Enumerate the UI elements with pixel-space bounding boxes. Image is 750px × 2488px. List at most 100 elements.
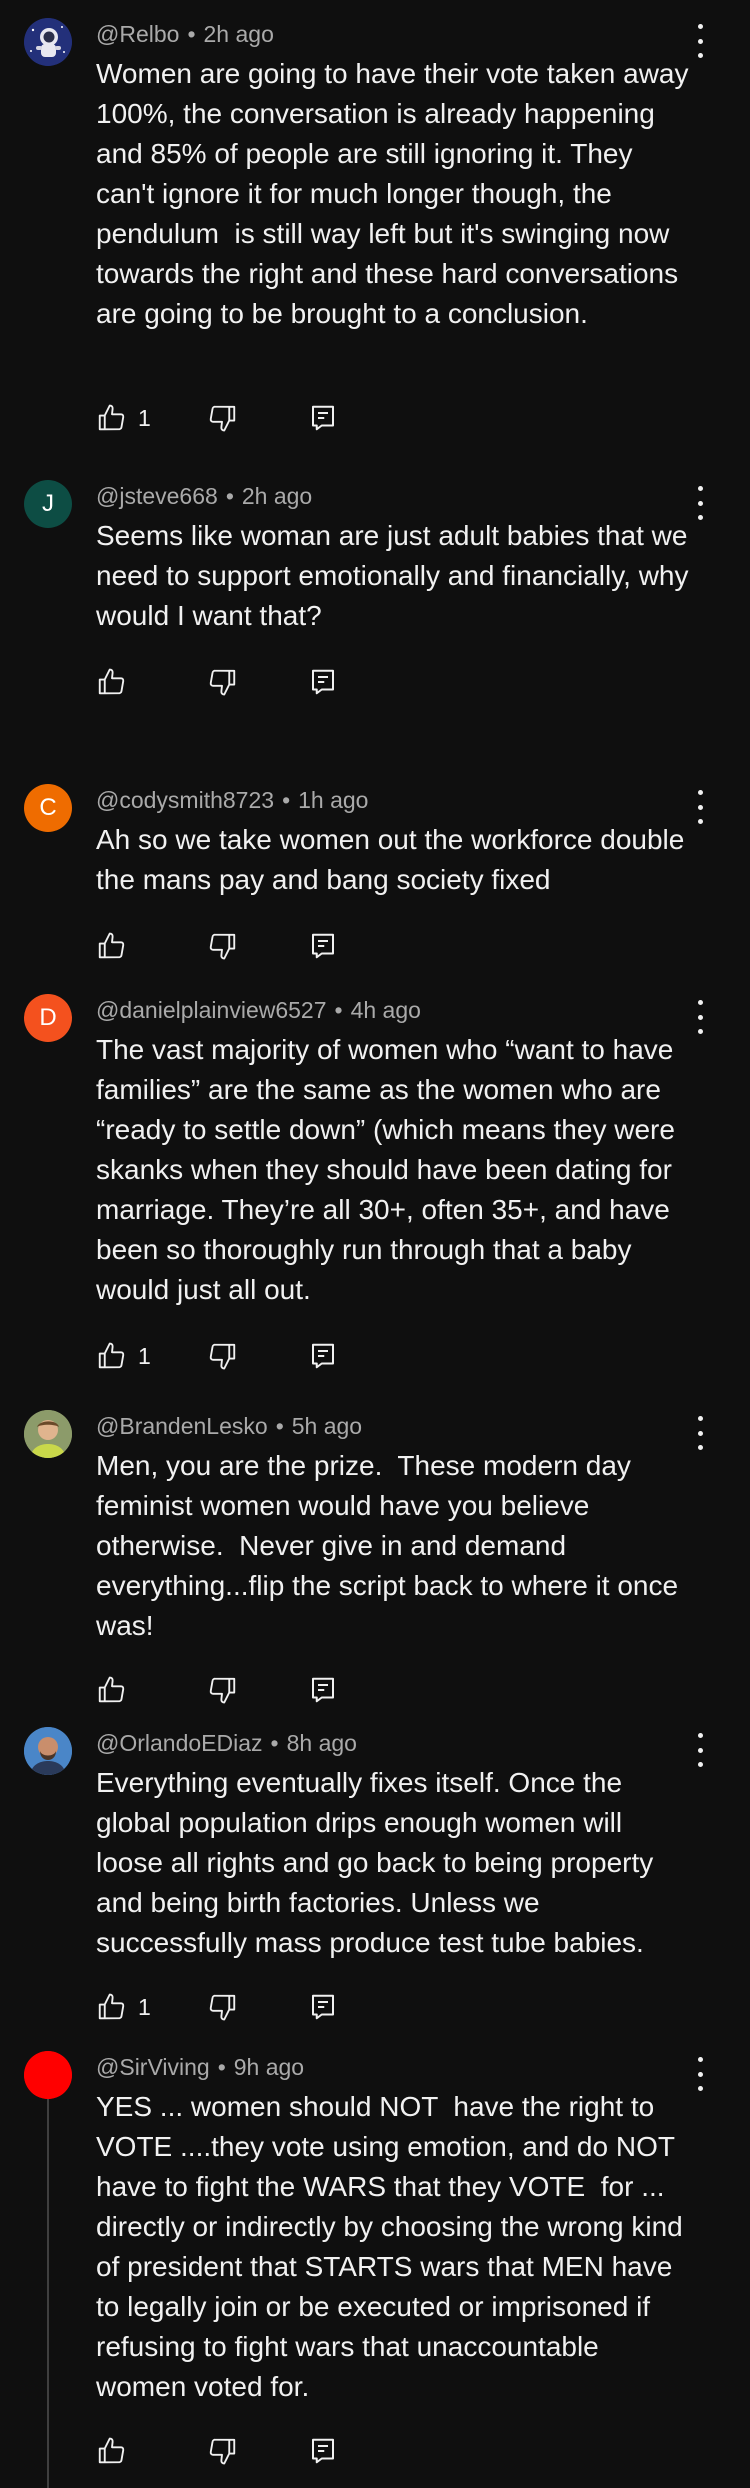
reply-button[interactable] xyxy=(308,926,338,966)
dislike-button[interactable] xyxy=(208,1670,238,1710)
avatar[interactable] xyxy=(24,1410,72,1458)
thumbs-up-icon xyxy=(98,1676,125,1703)
comment-author[interactable]: @jsteve668 xyxy=(96,483,218,509)
comment-time: 2h ago xyxy=(203,21,274,47)
separator-dot: • xyxy=(282,787,291,813)
comment-author[interactable]: @codysmith8723 xyxy=(96,787,274,813)
avatar[interactable]: C xyxy=(24,784,72,832)
avatar[interactable]: D xyxy=(24,994,72,1042)
dislike-button[interactable] xyxy=(208,1987,238,2027)
comment-meta: @jsteve668 • 2h ago xyxy=(96,480,312,512)
reply-comment-icon xyxy=(312,669,334,695)
dislike-button[interactable] xyxy=(208,398,238,438)
avatar-letter: C xyxy=(39,794,57,821)
reply-comment-icon xyxy=(312,933,334,959)
comment-author[interactable]: @SirViving xyxy=(96,2054,210,2080)
person-photo-avatar-icon xyxy=(24,1727,72,1775)
comment-author[interactable]: @Relbo xyxy=(96,21,179,47)
reply-button[interactable] xyxy=(308,398,338,438)
comment-actions: 1 xyxy=(96,1987,456,2027)
comment-actions xyxy=(96,662,456,702)
separator-dot: • xyxy=(225,483,234,509)
comment-text: Seems like woman are just adult babies t… xyxy=(96,520,697,631)
separator-dot: • xyxy=(275,1413,284,1439)
comment-actions xyxy=(96,1670,456,1710)
like-count: 1 xyxy=(138,1342,151,1369)
comment-text: Everything eventually fixes itself. Once… xyxy=(96,1767,662,1958)
comment-author[interactable]: @BrandenLesko xyxy=(96,1413,268,1439)
avatar-letter: J xyxy=(42,490,54,517)
more-options-icon[interactable] xyxy=(688,1000,712,1034)
thumbs-down-icon xyxy=(209,1994,236,2021)
like-button[interactable] xyxy=(96,662,138,702)
comment-meta: @codysmith8723 • 1h ago xyxy=(96,784,368,816)
reply-thread-line[interactable] xyxy=(47,2076,49,2488)
comment-author[interactable]: @danielplainview6527 xyxy=(96,997,327,1023)
comment-text: Women are going to have their vote taken… xyxy=(96,58,697,329)
like-button[interactable]: 1 xyxy=(96,1336,151,1376)
comment-meta: @OrlandoEDiaz • 8h ago xyxy=(96,1727,357,1759)
thumbs-down-icon xyxy=(209,1343,236,1370)
thumbs-up-icon xyxy=(98,932,125,959)
reply-button[interactable] xyxy=(308,1987,338,2027)
comment-author[interactable]: @OrlandoEDiaz xyxy=(96,1730,263,1756)
like-button[interactable]: 1 xyxy=(96,398,151,438)
like-button[interactable]: 1 xyxy=(96,1987,151,2027)
comment-time: 9h ago xyxy=(233,2054,305,2080)
thumbs-down-icon xyxy=(209,669,236,696)
thumbs-down-icon xyxy=(209,405,236,432)
comment-text: YES ... women should NOT have the right … xyxy=(96,2091,691,2402)
separator-dot: • xyxy=(187,21,196,47)
reply-button[interactable] xyxy=(308,1670,338,1710)
like-count: 1 xyxy=(138,1993,151,2020)
dislike-button[interactable] xyxy=(208,662,238,702)
comment-text: Ah so we take women out the workforce do… xyxy=(96,824,693,895)
more-options-icon[interactable] xyxy=(688,1416,712,1450)
comment-text: The vast majority of women who “want to … xyxy=(96,1034,683,1305)
comment-meta: @Relbo • 2h ago xyxy=(96,18,274,50)
thumbs-down-icon xyxy=(209,2438,236,2465)
dislike-button[interactable] xyxy=(208,926,238,966)
separator-dot: • xyxy=(217,2054,226,2080)
avatar-letter: D xyxy=(39,1004,57,1031)
comment-time: 1h ago xyxy=(298,787,369,813)
avatar[interactable] xyxy=(24,2051,72,2099)
comment-time: 4h ago xyxy=(350,997,421,1023)
comment-meta: @SirViving • 9h ago xyxy=(96,2051,304,2083)
thumbs-down-icon xyxy=(209,1677,236,1704)
avatar[interactable] xyxy=(24,1727,72,1775)
reply-comment-icon xyxy=(312,1343,334,1369)
dislike-button[interactable] xyxy=(208,2431,238,2471)
like-button[interactable] xyxy=(96,2431,138,2471)
comment-time: 5h ago xyxy=(291,1413,363,1439)
comment-time: 8h ago xyxy=(286,1730,357,1756)
comment-time: 2h ago xyxy=(241,483,313,509)
more-options-icon[interactable] xyxy=(688,790,712,824)
more-options-icon[interactable] xyxy=(688,24,712,58)
thumbs-up-icon xyxy=(98,668,125,695)
comment-meta: @BrandenLesko • 5h ago xyxy=(96,1410,362,1442)
like-count: 1 xyxy=(138,404,151,431)
astronaut-avatar-icon xyxy=(24,18,72,66)
more-options-icon[interactable] xyxy=(688,1733,712,1767)
red-circle-avatar-icon xyxy=(24,2051,72,2099)
reply-comment-icon xyxy=(312,1677,334,1703)
avatar[interactable]: J xyxy=(24,480,72,528)
like-button[interactable] xyxy=(96,926,138,966)
more-options-icon[interactable] xyxy=(688,2057,712,2091)
comment-actions: 1 xyxy=(96,398,456,438)
separator-dot: • xyxy=(334,997,343,1023)
thumbs-down-icon xyxy=(209,933,236,960)
reply-button[interactable] xyxy=(308,2431,338,2471)
reply-button[interactable] xyxy=(308,1336,338,1376)
dislike-button[interactable] xyxy=(208,1336,238,1376)
reply-comment-icon xyxy=(312,405,334,431)
comment-text: Men, you are the prize. These modern day… xyxy=(96,1450,686,1641)
reply-button[interactable] xyxy=(308,662,338,702)
avatar[interactable] xyxy=(24,18,72,66)
more-options-icon[interactable] xyxy=(688,486,712,520)
person-photo-avatar-icon xyxy=(24,1410,72,1458)
reply-comment-icon xyxy=(312,2438,334,2464)
like-button[interactable] xyxy=(96,1670,138,1710)
comment-actions xyxy=(96,926,456,966)
